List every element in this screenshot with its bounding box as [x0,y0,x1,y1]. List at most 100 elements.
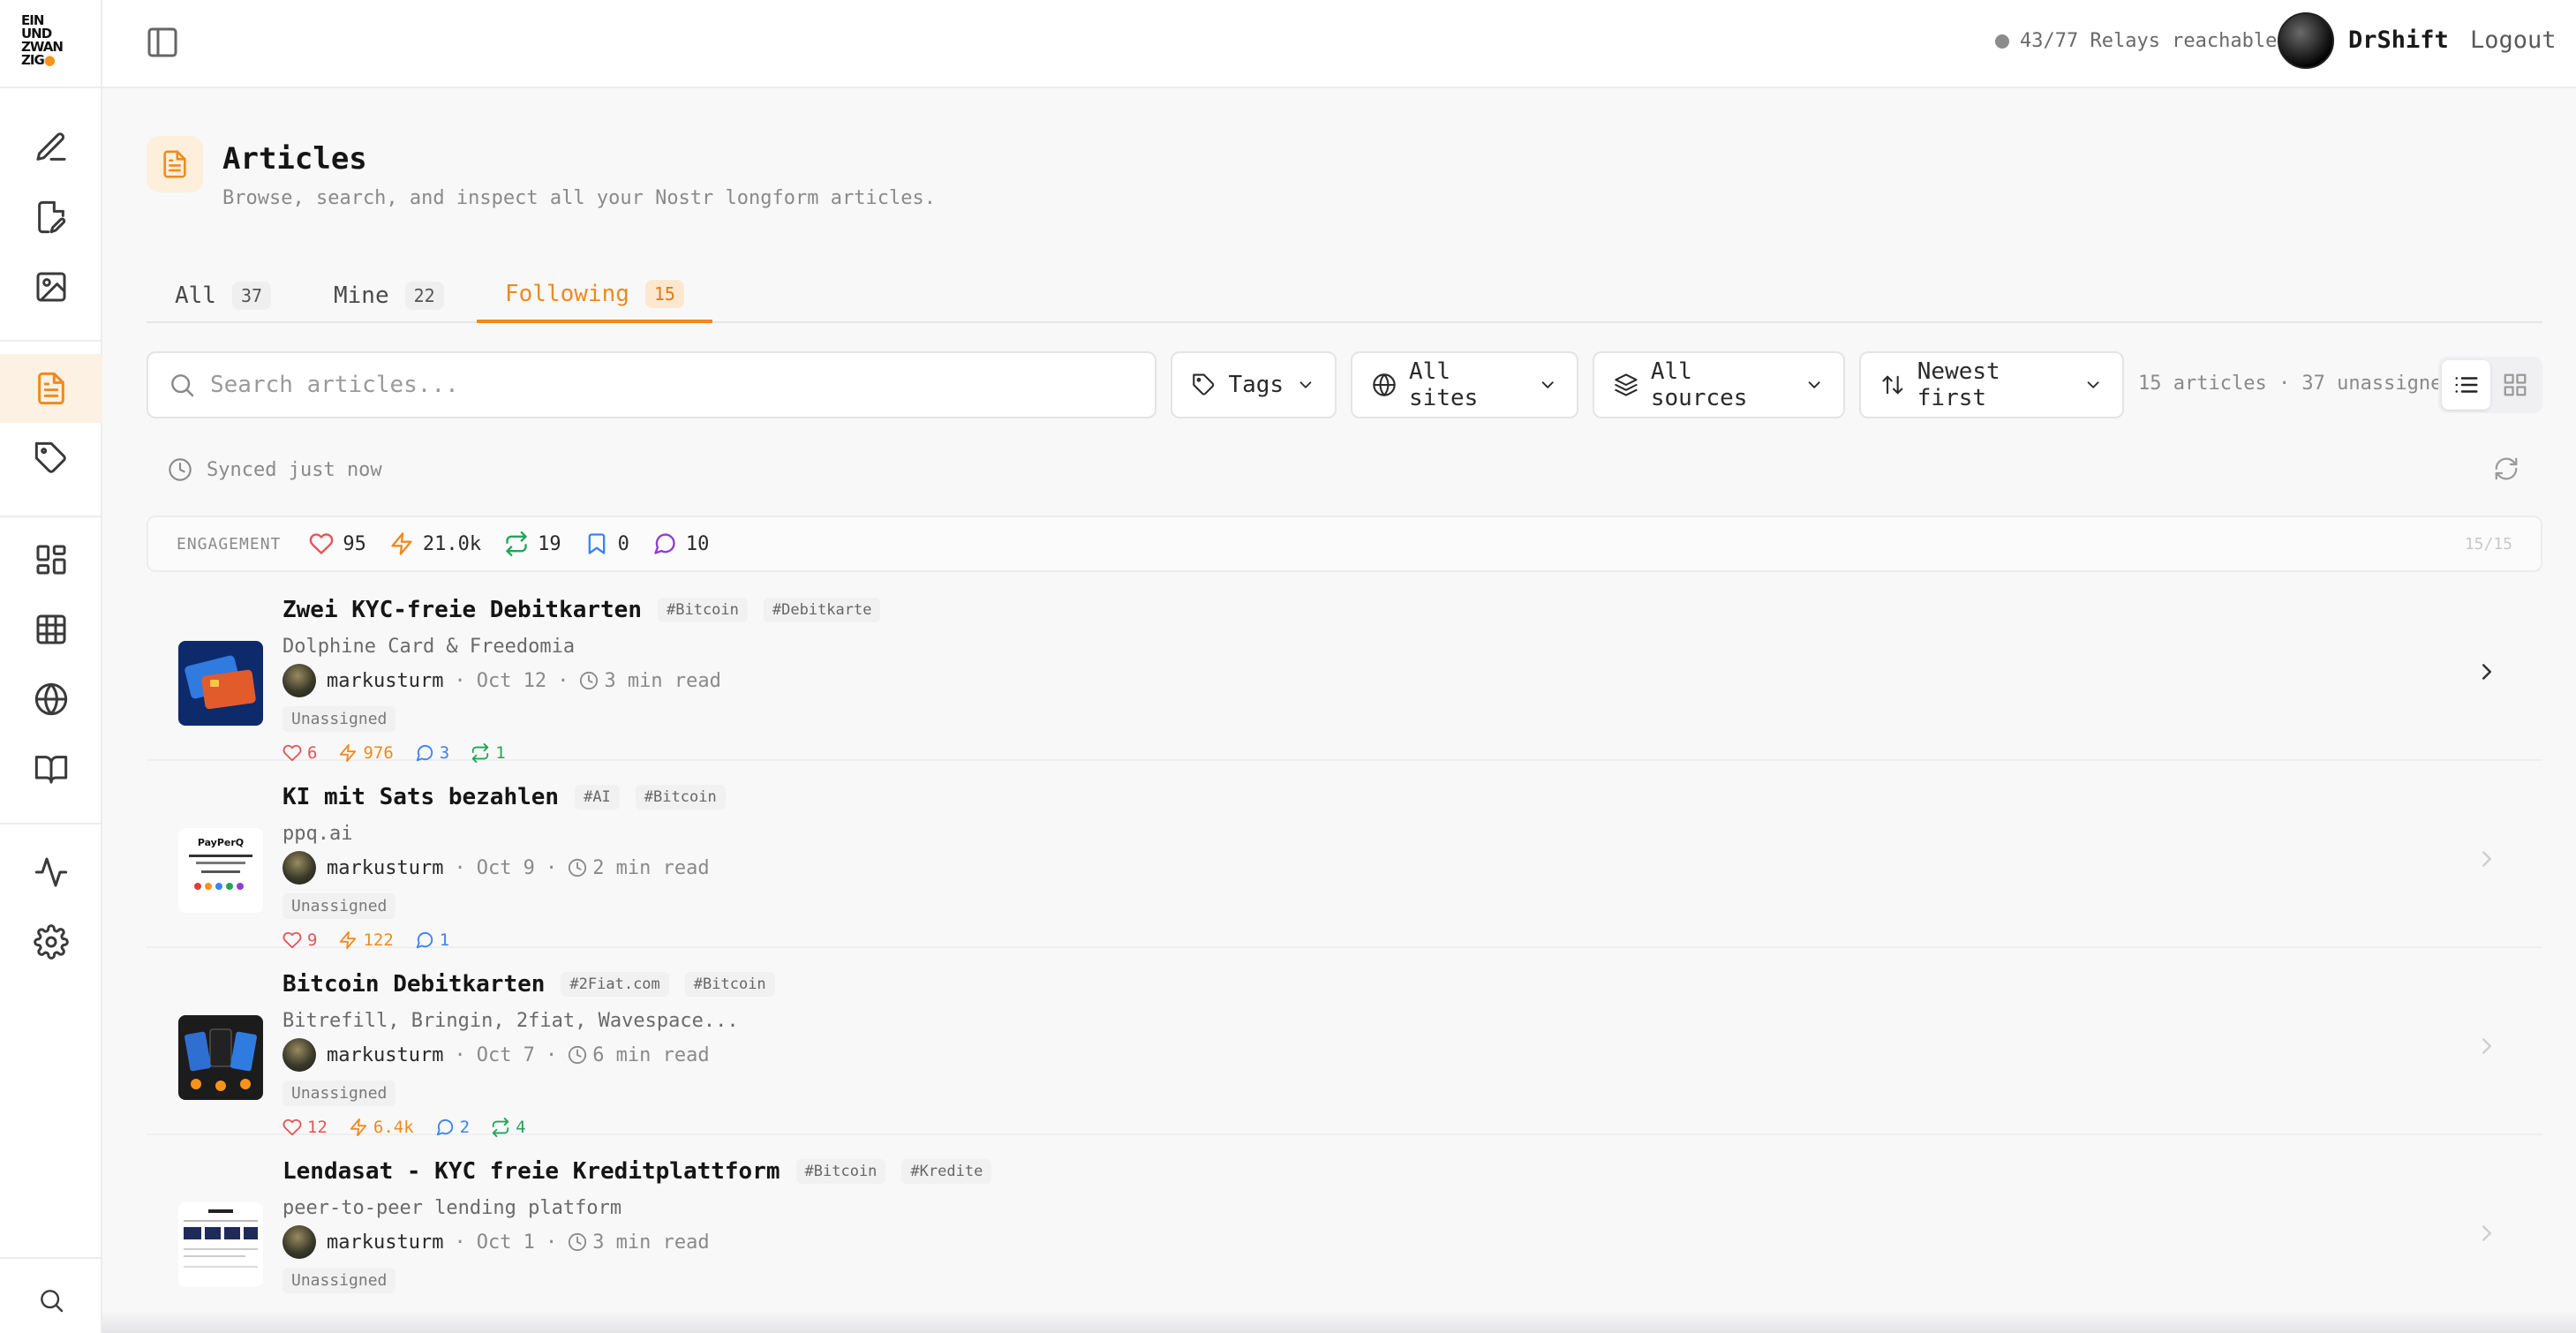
sidebar-item-articles[interactable] [0,354,102,423]
list-icon [2455,377,2477,393]
sidebar-item-table[interactable] [0,595,102,664]
article-tag[interactable]: #Bitcoin [795,1159,886,1184]
chevron-right-icon [2482,1225,2491,1241]
article-tag[interactable]: #Bitcoin [684,972,775,997]
engagement-comments-count: 10 [685,532,710,555]
article-tag[interactable]: #AI [575,785,620,810]
engagement-summary: ENGAGEMENT 95 21.0k 19 0 10 15/15 [147,516,2542,572]
article-tag[interactable]: #Debitkarte [763,598,881,622]
chevron-right-icon [2482,664,2491,680]
sources-filter-label: All sources [1650,358,1748,411]
author-avatar [282,664,316,697]
tag-icon [1193,373,1215,395]
open-article-button[interactable] [2474,1033,2500,1059]
sidebar-toggle-button[interactable] [145,25,180,60]
article-date: Oct 1 [476,1231,535,1254]
book-open-icon [34,756,68,784]
sort-dropdown[interactable]: Newest first [1859,351,2124,418]
article-comments: 3 [415,743,449,763]
sidebar-item-sites[interactable] [0,665,102,734]
globe-icon [34,682,68,716]
search-input[interactable] [210,372,1093,398]
sidebar-item-tags[interactable] [0,424,102,493]
article-title[interactable]: Zwei KYC-freie Debitkarten [282,597,642,623]
article-tag[interactable]: #2Fiat.com [561,972,669,997]
article-tag[interactable]: #Bitcoin [658,598,748,622]
tab-all[interactable]: All 37 [175,268,272,323]
read-time-text: 6 min read [592,1043,710,1066]
article-meta: markusturm · Oct 9 · 2 min read [282,851,710,885]
article-thumbnail [178,1202,263,1287]
article-date: Oct 12 [476,669,547,692]
article-thumbnail: PayPerQ [178,828,263,913]
tab-label: Mine [334,282,389,309]
article-row[interactable]: PayPerQ KI mit Sats bezahlen #AI #Bitcoi… [147,761,2542,950]
article-title[interactable]: KI mit Sats bezahlen [282,784,559,810]
tab-following[interactable]: Following 15 [477,268,712,323]
sidebar-item-settings[interactable] [0,907,102,976]
open-article-button[interactable] [2474,1220,2500,1246]
article-row[interactable]: Lendasat - KYC freie Kreditplattform #Bi… [147,1135,2542,1322]
user-avatar[interactable] [2278,12,2334,69]
sources-filter-dropdown[interactable]: All sources [1593,351,1845,418]
open-article-button[interactable] [2474,659,2500,685]
article-status-badge: Unassigned [282,706,396,732]
tab-label: All [175,282,216,309]
pencil-icon [36,132,66,161]
article-title-row: KI mit Sats bezahlen #AI #Bitcoin [282,784,726,810]
article-author[interactable]: markusturm [327,1044,443,1066]
clock-icon [169,458,192,481]
article-author[interactable]: markusturm [327,1231,443,1254]
sidebar-search[interactable] [0,1268,102,1333]
open-article-button[interactable] [2474,846,2500,872]
read-time: 2 min read [568,857,710,879]
engagement-bookmarks-count: 0 [617,532,629,555]
article-row[interactable]: Bitcoin Debitkarten #2Fiat.com #Bitcoin … [147,948,2542,1137]
zap-icon [340,743,357,763]
thumbnail-brand-text: PayPerQ [198,837,244,848]
article-subtitle: Bitrefill, Bringin, 2fiat, Wavespace... [282,1010,739,1032]
sidebar-item-docs[interactable] [0,734,102,803]
article-meta: markusturm · Oct 12 · 3 min read [282,664,721,697]
article-zaps-count: 6.4k [373,1118,414,1137]
sidebar-item-activity[interactable] [0,838,102,907]
refresh-button[interactable] [2493,456,2520,482]
article-tag[interactable]: #Bitcoin [635,785,726,810]
list-view-button[interactable] [2442,360,2490,410]
article-subtitle: peer-to-peer lending platform [282,1197,622,1219]
chevron-right-icon [2482,851,2491,867]
article-tag[interactable]: #Kredite [901,1159,992,1184]
engagement-reposts: 19 [504,531,561,556]
app-logo[interactable]: EIN UND ZWAN ZIG● [21,14,74,67]
sidebar-item-dashboard[interactable] [0,525,102,594]
tags-filter-dropdown[interactable]: Tags [1171,351,1337,418]
sidebar-item-drafts[interactable] [0,183,102,252]
activity-icon [34,857,68,887]
article-title[interactable]: Lendasat - KYC freie Kreditplattform [282,1158,780,1185]
article-zaps: 122 [338,930,394,950]
user-name[interactable]: DrShift [2348,26,2449,54]
article-row[interactable]: Zwei KYC-freie Debitkarten #Bitcoin #Deb… [147,574,2542,763]
chevron-down-icon [1808,381,1820,388]
bookmark-icon [588,533,605,554]
view-toggle [2438,357,2542,413]
sync-status: Synced just now [168,457,382,482]
article-title[interactable]: Bitcoin Debitkarten [282,971,545,998]
article-comments-count: 3 [439,743,450,763]
logout-button[interactable]: Logout [2470,26,2557,54]
search-icon [171,374,194,397]
layers-icon [1615,373,1638,396]
gear-icon [34,924,69,960]
tab-mine[interactable]: Mine 22 [334,268,444,323]
article-author[interactable]: markusturm [327,857,443,879]
grid-view-button[interactable] [2490,360,2539,410]
sidebar-item-media[interactable] [0,252,102,321]
heart-icon [282,931,302,949]
scroll-fade [102,1310,2576,1333]
article-likes: 12 [282,1118,328,1137]
sites-filter-dropdown[interactable]: All sites [1351,351,1578,418]
sidebar-item-write[interactable] [0,113,102,182]
repost-icon [492,1118,509,1137]
file-text-icon [163,150,186,178]
article-author[interactable]: markusturm [327,670,443,692]
